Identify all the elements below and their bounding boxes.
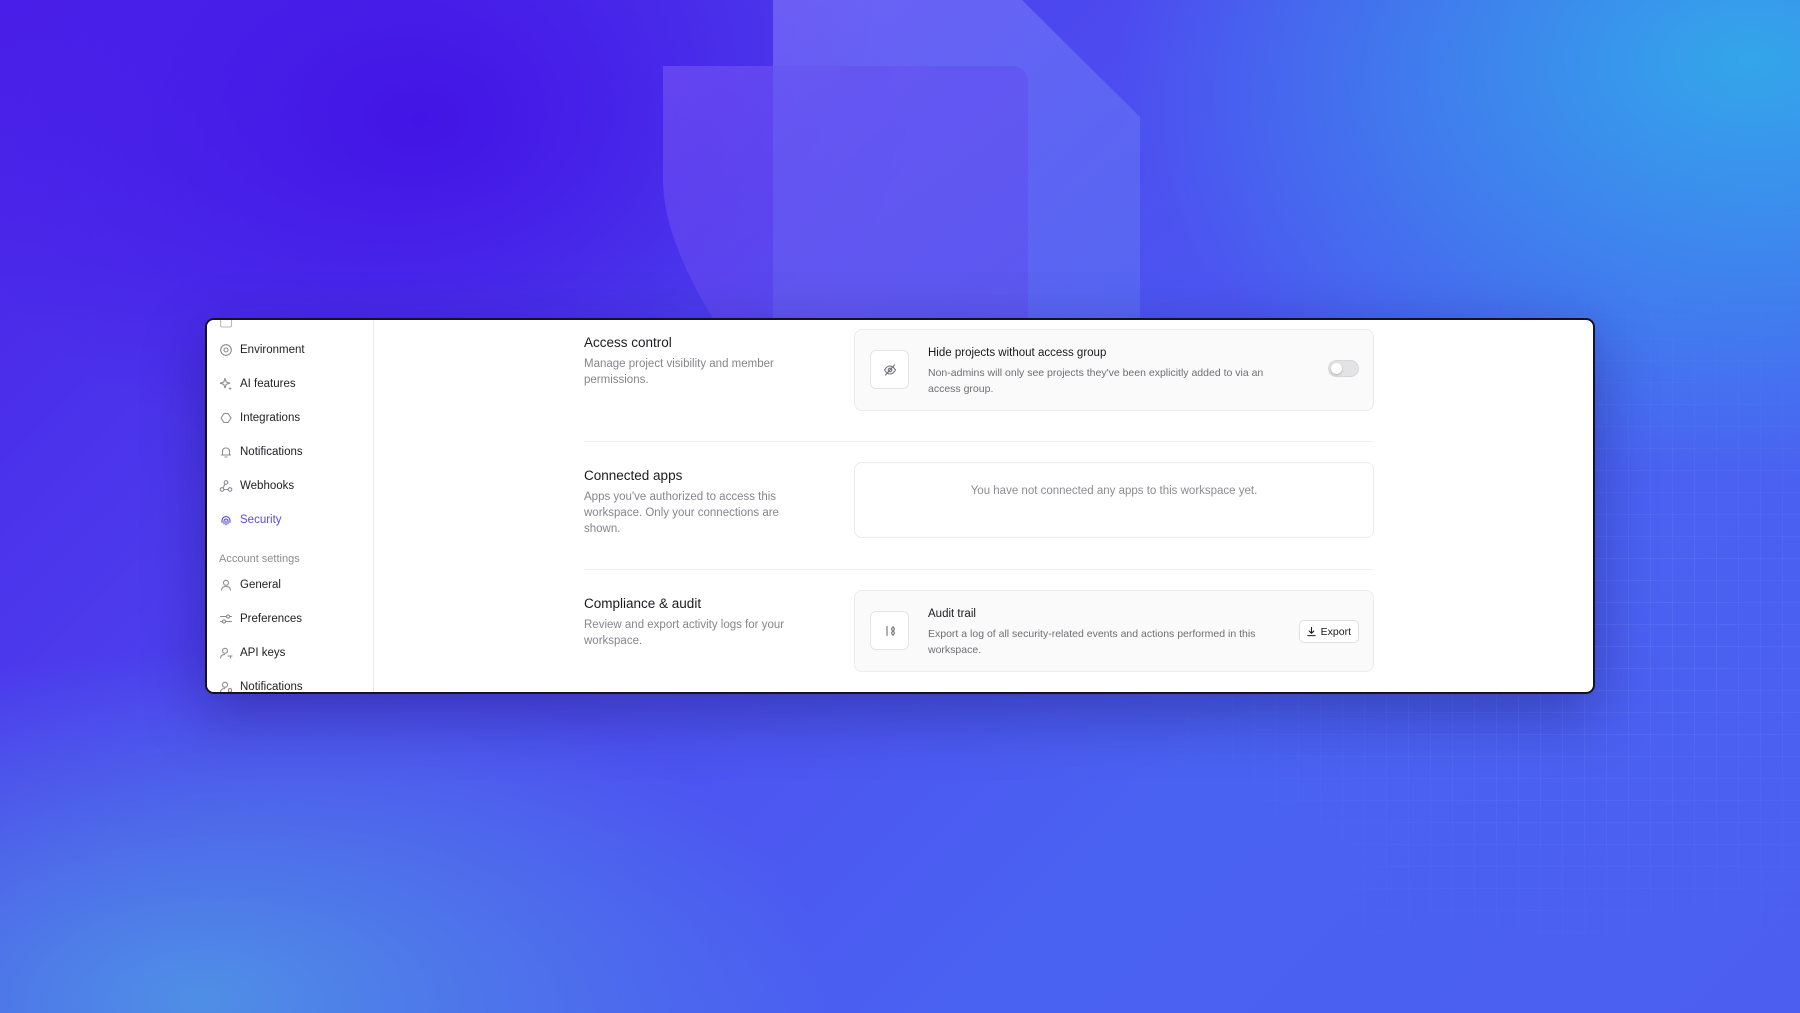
empty-state-message: You have not connected any apps to this … <box>970 485 1258 497</box>
eye-off-icon <box>870 350 909 389</box>
export-button[interactable]: Export <box>1298 620 1359 643</box>
main-content: Access control Manage project visibility… <box>374 320 1593 692</box>
sidebar-item-preferences[interactable]: Preferences <box>219 606 302 632</box>
access-control-section: Access control Manage project visibility… <box>584 329 1374 411</box>
webhook-icon <box>219 479 233 493</box>
section-description: Apps you've authorized to access this wo… <box>584 491 779 535</box>
sliders-icon <box>219 612 233 626</box>
download-icon <box>1306 626 1317 637</box>
sidebar-item-label: Security <box>240 514 282 526</box>
sidebar-item-label: Preferences <box>240 613 303 625</box>
sidebar: Environment AI features Integrations Not… <box>207 320 374 692</box>
sidebar-item-label: AI features <box>240 378 296 390</box>
sidebar-item-account-notifications[interactable]: Notifications <box>219 674 303 692</box>
sidebar-item-environment[interactable]: Environment <box>219 337 305 363</box>
hide-projects-card: Hide projects without access group Non-a… <box>854 329 1374 411</box>
sidebar-item-notifications[interactable]: Notifications <box>219 439 303 465</box>
section-description: Manage project visibility and member per… <box>584 358 774 386</box>
audit-trail-card: Audit trail Export a log of all security… <box>854 590 1374 672</box>
sidebar-item-integrations[interactable]: Integrations <box>219 405 300 431</box>
billing-icon <box>219 320 233 330</box>
fingerprint-icon <box>219 513 233 527</box>
settings-window: Environment AI features Integrations Not… <box>205 318 1595 694</box>
section-divider <box>584 569 1374 570</box>
sidebar-item-label: Notifications <box>240 681 303 692</box>
sidebar-item-label: API keys <box>240 647 286 659</box>
section-divider <box>584 441 1374 442</box>
card-description: Export a log of all security-related eve… <box>928 628 1256 656</box>
connected-apps-card: You have not connected any apps to this … <box>854 462 1374 538</box>
sidebar-item-label: Notifications <box>240 446 303 458</box>
sidebar-item-label: Environment <box>240 344 305 356</box>
account-settings-heading: Account settings <box>219 553 300 565</box>
export-button-label: Export <box>1320 625 1351 638</box>
sidebar-item-security[interactable]: Security <box>219 507 282 533</box>
user-icon <box>219 578 233 592</box>
sidebar-item-label: General <box>240 579 281 591</box>
compliance-audit-section: Compliance & audit Review and export act… <box>584 590 1374 672</box>
toggle-knob <box>1331 363 1342 374</box>
sidebar-item-api-keys[interactable]: API keys <box>219 640 285 666</box>
section-description: Review and export activity logs for your… <box>584 619 785 647</box>
sidebar-item-label: Webhooks <box>240 480 295 492</box>
sidebar-item-general[interactable]: General <box>219 572 281 598</box>
card-description: Non-admins will only see projects they'v… <box>928 367 1264 395</box>
hide-projects-toggle[interactable] <box>1328 360 1359 377</box>
card-title: Hide projects without access group <box>928 347 1107 359</box>
sidebar-item-webhooks[interactable]: Webhooks <box>219 473 294 499</box>
environment-icon <box>219 343 233 357</box>
bell-icon <box>219 445 233 459</box>
user-bell-icon <box>219 680 233 692</box>
connected-apps-section: Connected apps Apps you've authorized to… <box>584 462 1374 538</box>
audit-icon <box>870 611 909 650</box>
key-user-icon <box>219 646 233 660</box>
sparkle-icon <box>219 377 233 391</box>
sidebar-item-label: Integrations <box>240 412 301 424</box>
card-title: Audit trail <box>928 608 976 620</box>
sidebar-item-ai-features[interactable]: AI features <box>219 371 296 397</box>
background-logo-shape <box>663 0 1140 330</box>
integrations-icon <box>219 411 233 425</box>
sidebar-item-billing-partial[interactable] <box>219 320 240 336</box>
